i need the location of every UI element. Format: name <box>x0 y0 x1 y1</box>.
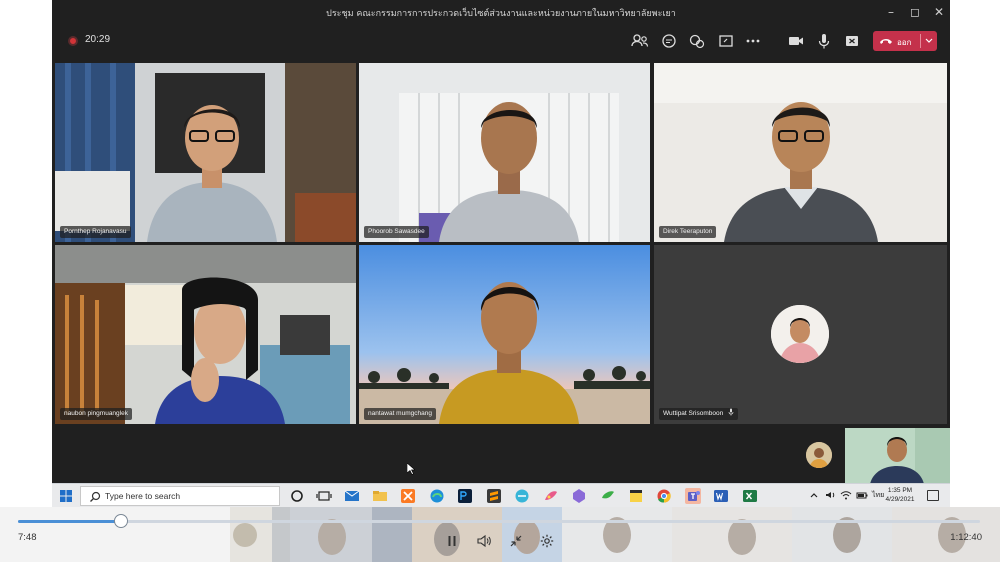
photoshop-icon[interactable] <box>457 488 473 504</box>
xampp-icon[interactable] <box>400 488 416 504</box>
pause-icon[interactable] <box>444 533 460 549</box>
windows-taskbar: Type here to search ไทย 1:35 PM 4/29/202… <box>52 483 950 507</box>
video-tile-1[interactable]: Pornthep Rojanavasu <box>55 63 356 242</box>
camera-icon[interactable] <box>785 30 807 52</box>
mail-app-icon[interactable] <box>344 488 360 504</box>
maximize-icon[interactable]: ◻ <box>906 3 924 21</box>
video-tile-5[interactable]: nantawat mumgchang <box>359 245 650 424</box>
sticky-notes-icon[interactable] <box>628 488 644 504</box>
close-icon[interactable]: ✕ <box>930 3 948 21</box>
video-tile-4[interactable]: naubon pingmuanglek <box>55 245 356 424</box>
network-icon[interactable] <box>840 489 852 501</box>
video-tile-2[interactable]: Phoorob Sawasdee <box>359 63 650 242</box>
seek-bar[interactable] <box>18 520 980 523</box>
mini-avatar-photo <box>806 442 832 468</box>
clock-date: 4/29/2021 <box>885 496 915 503</box>
word-app-icon[interactable] <box>713 488 729 504</box>
recorded-screen: ประชุม คณะกรรมการการประกวดเว็บไซต์ส่วนงา… <box>52 0 950 507</box>
notification-center-icon[interactable] <box>927 490 939 501</box>
participant-video <box>155 277 285 424</box>
settings-gear-icon[interactable] <box>539 533 555 549</box>
video-player-controls: 7:48 1:12:40 <box>0 507 1000 562</box>
minimize-icon[interactable]: – <box>882 3 900 21</box>
phone-hangup-icon <box>880 39 892 44</box>
battery-icon[interactable] <box>856 489 868 501</box>
app-icon-11[interactable] <box>571 488 587 504</box>
taskbar-clock[interactable]: 1:35 PM 4/29/2021 <box>878 486 922 504</box>
task-view-icon[interactable] <box>316 488 332 504</box>
participant-name: Phoorob Sawasdee <box>364 226 429 238</box>
excel-app-icon[interactable] <box>742 488 758 504</box>
seek-bar-progress <box>18 520 121 523</box>
window-title-bar: ประชุม คณะกรรมการการประกวดเว็บไซต์ส่วนงา… <box>52 0 950 24</box>
participant-name: naubon pingmuanglek <box>60 408 132 420</box>
recording-indicator-icon <box>68 36 78 46</box>
microphone-muted-icon <box>728 408 734 416</box>
seek-handle[interactable] <box>113 514 128 528</box>
current-time: 7:48 <box>18 532 37 543</box>
participant-name: nantawat mumgchang <box>364 408 436 420</box>
search-icon <box>90 491 101 502</box>
windows-start-icon[interactable] <box>60 490 72 502</box>
reactions-icon[interactable] <box>686 30 708 52</box>
taskbar-search-box[interactable]: Type here to search <box>80 486 280 506</box>
mouse-cursor-icon <box>407 463 415 475</box>
volume-icon[interactable] <box>824 489 836 501</box>
participant-video <box>724 102 878 242</box>
meeting-timer: 20:29 <box>85 34 111 45</box>
clock-time: 1:35 PM <box>887 487 913 494</box>
self-view-video[interactable] <box>845 428 950 484</box>
video-tile-6[interactable]: Wuttipat Srisomboon <box>654 245 947 424</box>
cortana-icon[interactable] <box>289 488 305 504</box>
participant-video <box>439 282 579 424</box>
more-options-icon[interactable] <box>742 30 764 52</box>
participant-name: Pornthep Rojanavasu <box>60 226 131 238</box>
participant-video <box>439 102 579 242</box>
file-explorer-icon[interactable] <box>372 488 388 504</box>
share-tray-icon[interactable] <box>841 30 863 52</box>
microphone-icon[interactable] <box>813 30 835 52</box>
video-player-stage: ประชุม คณะกรรมการการประกวดเว็บไซต์ส่วนงา… <box>0 0 1000 562</box>
leave-button[interactable]: ออก <box>873 31 937 51</box>
leave-label: ออก <box>897 38 912 47</box>
chevron-down-icon[interactable] <box>924 35 934 45</box>
window-title: ประชุม คณะกรรมการการประกวดเว็บไซต์ส่วนงา… <box>326 9 676 19</box>
self-view-photo <box>845 428 950 484</box>
edge-browser-icon[interactable] <box>429 488 445 504</box>
participant-video <box>147 105 277 242</box>
preview-thumbnail-strip <box>272 507 1000 562</box>
sublime-text-icon[interactable] <box>486 488 502 504</box>
avatar <box>771 305 829 363</box>
avatar-photo <box>771 305 829 363</box>
participant-name: Direk Teeraputon <box>659 226 717 238</box>
teams-app-icon[interactable] <box>685 488 701 504</box>
participants-icon[interactable] <box>629 30 651 52</box>
video-tile-3[interactable]: Direk Teeraputon <box>654 63 947 242</box>
search-placeholder: Type here to search <box>105 491 181 501</box>
meeting-toolbar: 20:29 ออก <box>52 24 950 58</box>
share-screen-icon[interactable] <box>715 30 737 52</box>
paint-icon[interactable] <box>543 488 559 504</box>
exit-fullscreen-icon[interactable] <box>508 533 524 549</box>
chat-icon[interactable] <box>658 30 680 52</box>
participant-name: Wuttipat Srisomboon <box>659 408 739 420</box>
app-icon-12[interactable] <box>600 488 616 504</box>
app-icon-9[interactable] <box>514 488 530 504</box>
total-duration: 1:12:40 <box>950 532 982 543</box>
volume-icon[interactable] <box>476 533 492 549</box>
chrome-browser-icon[interactable] <box>656 488 672 504</box>
chevron-up-icon[interactable] <box>808 489 820 501</box>
mini-participant-avatar[interactable] <box>806 442 832 468</box>
